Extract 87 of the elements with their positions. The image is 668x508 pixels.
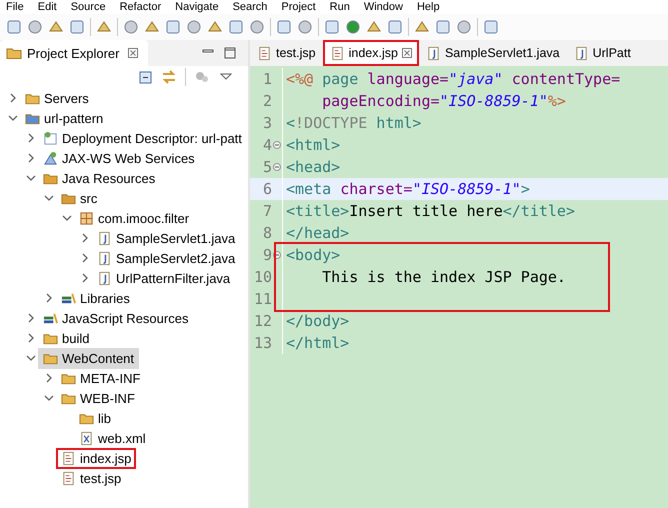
books-icon — [43, 310, 58, 326]
line-number: 3 — [262, 114, 272, 132]
tree-item[interactable]: JavaScript Resources — [38, 308, 194, 328]
code-line: </head> — [286, 224, 350, 242]
line-number: 9 — [262, 246, 272, 264]
code-line: <html> — [286, 136, 340, 154]
view-title: Project Explorer — [27, 46, 120, 60]
xml-file-icon — [79, 430, 94, 446]
jsp-file-icon — [257, 46, 272, 60]
code-line: pageEncoding="ISO-8859-1"%> — [321, 92, 566, 110]
code-line: <head> — [286, 158, 340, 176]
tree-item[interactable]: META-INF — [56, 368, 146, 388]
jsp-file-icon — [330, 46, 345, 60]
line-number: 13 — [252, 334, 272, 352]
tree-item[interactable]: Libraries — [56, 288, 135, 308]
java-file-icon — [426, 46, 441, 60]
java-file-icon — [97, 250, 112, 266]
menu-item[interactable]: Project — [281, 1, 316, 13]
line-number: 1 — [262, 70, 272, 88]
java-file-icon — [574, 46, 589, 60]
line-number: 10 — [252, 268, 272, 286]
code-line: <!DOCTYPE html> — [286, 114, 422, 132]
fold-icon[interactable] — [273, 163, 281, 171]
menu-item[interactable]: Help — [416, 1, 440, 13]
line-number: 11 — [252, 290, 272, 308]
code-line: </html> — [286, 334, 350, 352]
jsp-file-icon — [61, 450, 76, 466]
tree-item[interactable]: WebContent — [38, 348, 140, 368]
tree-item[interactable]: SampleServlet2.java — [92, 248, 240, 268]
line-number: 8 — [262, 224, 272, 242]
expanded-chevron-icon[interactable] — [44, 393, 54, 403]
java-file-icon — [97, 270, 112, 286]
document-icon — [43, 130, 58, 146]
line-number: 12 — [252, 312, 272, 330]
line-number: 2 — [262, 92, 272, 110]
jsp-file-icon — [61, 470, 76, 486]
expanded-chevron-icon[interactable] — [26, 353, 36, 363]
line-number: 4 — [262, 136, 272, 154]
menu-item[interactable]: Navigate — [175, 1, 219, 13]
tree-item[interactable]: Java Resources — [38, 168, 160, 188]
view-tab[interactable]: Project Explorer — [0, 40, 148, 66]
tree-item[interactable]: Deployment Descriptor: url-patt — [38, 128, 247, 148]
tree-item[interactable]: url-pattern — [20, 108, 108, 128]
tree-item[interactable]: Servers — [20, 88, 94, 108]
menu-item[interactable]: Window — [364, 1, 403, 13]
editor-tab[interactable]: test.jsp — [250, 40, 323, 66]
code-line: <%@ page language="java" contentType= — [286, 70, 620, 88]
menu-item[interactable]: Source — [70, 1, 106, 13]
code-line: This is the index JSP Page. — [321, 268, 566, 286]
editor-tab[interactable]: UrlPatt — [566, 40, 638, 66]
tree-item[interactable]: com.imooc.filter — [74, 208, 194, 228]
tree-item[interactable]: UrlPatternFilter.java — [92, 268, 236, 288]
menu-item[interactable]: Run — [330, 1, 350, 13]
code-line: <title>Insert title here</title> — [286, 202, 575, 220]
tree-item[interactable]: build — [38, 328, 94, 348]
editor-tab[interactable]: index.jsp — [322, 40, 419, 66]
java-file-icon — [97, 230, 112, 246]
close-icon[interactable] — [402, 48, 412, 58]
tree-item[interactable]: WEB-INF — [56, 388, 140, 408]
fold-icon[interactable] — [273, 141, 281, 149]
tree-item[interactable]: lib — [74, 408, 116, 428]
tree-item[interactable]: JAX-WS Web Services — [38, 148, 200, 168]
menu-item[interactable]: Refactor — [120, 1, 162, 13]
tree-item[interactable]: web.xml — [74, 428, 151, 448]
menu-item[interactable]: Edit — [38, 1, 57, 13]
code-line: </body> — [286, 312, 350, 330]
menu-item[interactable]: File — [6, 1, 24, 13]
line-number: 5 — [262, 158, 272, 176]
tree-item[interactable]: src — [56, 188, 102, 208]
expanded-chevron-icon[interactable] — [8, 113, 18, 123]
editor-tab[interactable]: SampleServlet1.java — [418, 40, 567, 66]
books-icon — [61, 290, 76, 306]
collapse-all-icon[interactable] — [137, 69, 153, 85]
close-icon[interactable] — [128, 48, 138, 58]
collapsed-chevron-icon[interactable] — [44, 373, 54, 383]
package-icon — [79, 210, 94, 226]
line-number: 7 — [262, 202, 272, 220]
tree-item[interactable]: test.jsp — [56, 468, 126, 488]
code-line: <body> — [286, 246, 340, 264]
tree-item[interactable]: index.jsp — [56, 448, 136, 468]
menu-item[interactable]: Search — [232, 1, 268, 13]
collapsed-chevron-icon[interactable] — [8, 93, 18, 103]
tree-item[interactable]: SampleServlet1.java — [92, 228, 240, 248]
code-line: <meta charset="ISO-8859-1"> — [286, 180, 530, 198]
line-number: 6 — [262, 180, 272, 198]
maximize-icon[interactable] — [224, 47, 236, 59]
link-arrows-icon[interactable] — [161, 69, 177, 85]
